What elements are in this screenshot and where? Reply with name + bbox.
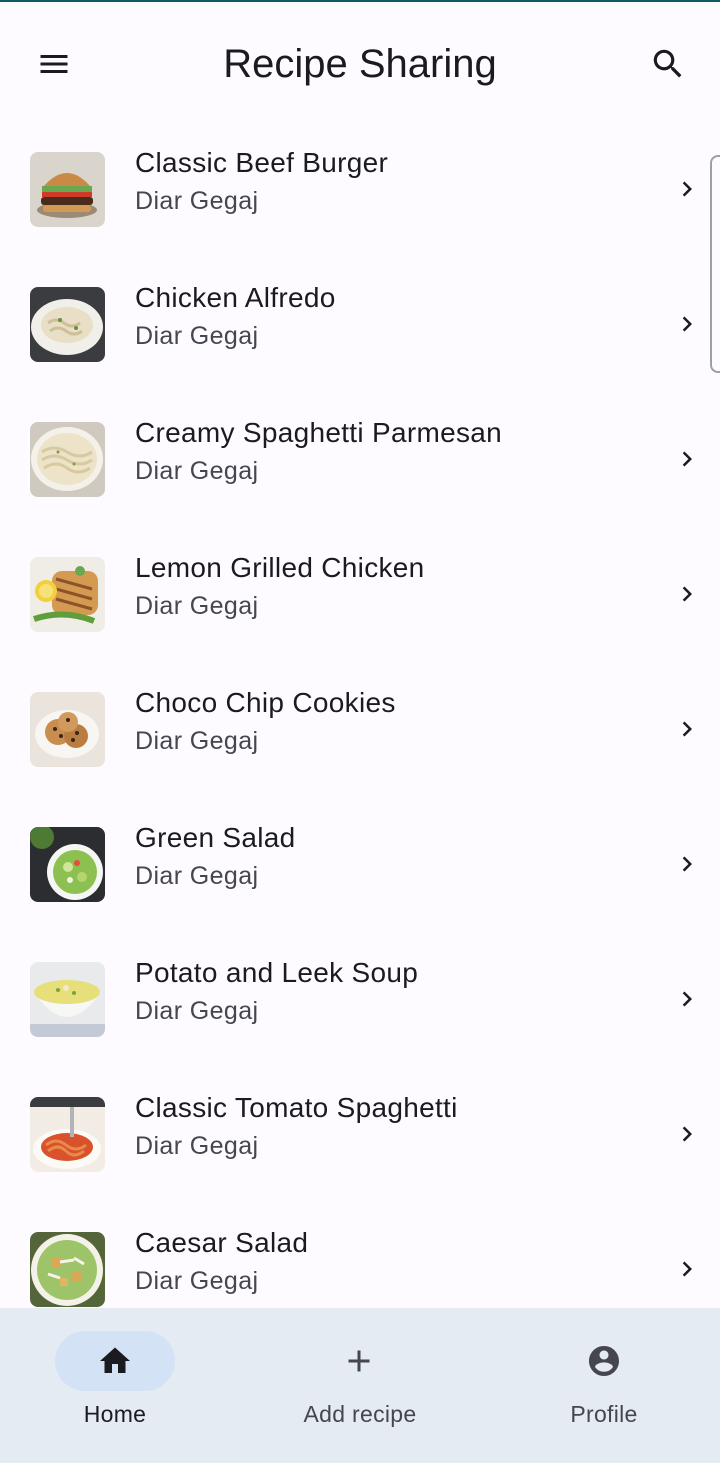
recipe-thumbnail [30,962,105,1037]
chevron-right-icon [672,309,702,339]
recipe-title: Classic Beef Burger [135,147,389,178]
nav-item-home[interactable]: Home [0,1308,240,1463]
account-circle-icon [589,1346,619,1376]
nav-item-add-recipe[interactable]: Add recipe [240,1308,480,1463]
recipe-author: Diar Gegaj [135,322,259,350]
chevron-right-icon [672,1119,702,1149]
chevron-right-icon [672,1254,702,1284]
top-app-bar: Recipe Sharing [0,2,720,126]
recipe-author: Diar Gegaj [135,1267,259,1295]
recipe-title: Caesar Salad [135,1227,309,1258]
recipe-list-item[interactable]: Classic Beef Burger Diar Gegaj [0,122,720,257]
nav-label-profile: Profile [570,1401,638,1427]
chevron-right-icon [672,579,702,609]
recipe-title: Potato and Leek Soup [135,957,419,988]
recipe-list-item[interactable]: Potato and Leek Soup Diar Gegaj [0,932,720,1067]
recipe-title: Green Salad [135,822,296,853]
search-icon [653,49,682,78]
recipe-author: Diar Gegaj [135,997,259,1025]
search-button[interactable] [642,40,694,88]
recipe-author: Diar Gegaj [135,592,259,620]
recipe-list-item[interactable]: Lemon Grilled Chicken Diar Gegaj [0,527,720,662]
recipe-list-item[interactable]: Classic Tomato Spaghetti Diar Gegaj [0,1067,720,1202]
recipe-thumbnail [30,1232,105,1307]
recipe-author: Diar Gegaj [135,187,259,215]
recipe-author: Diar Gegaj [135,1132,259,1160]
nav-label-add-recipe: Add recipe [303,1401,417,1427]
scrollbar[interactable] [710,155,720,373]
recipe-thumbnail [30,422,105,497]
chevron-right-icon [672,849,702,879]
chevron-right-icon [672,714,702,744]
recipe-thumbnail [30,152,105,227]
chevron-right-icon [672,984,702,1014]
recipe-thumbnail [30,557,105,632]
recipe-list-item[interactable]: Choco Chip Cookies Diar Gegaj [0,662,720,797]
recipe-title: Lemon Grilled Chicken [135,552,425,583]
bottom-navigation: Home Add recipe Profile [0,1308,720,1463]
recipe-list: Classic Beef Burger Diar Gegaj Chicken Alf… [0,122,720,1308]
recipe-list-item[interactable]: Green Salad Diar Gegaj [0,797,720,932]
recipe-list-item[interactable]: Caesar Salad Diar Gegaj [0,1202,720,1308]
gesture-area [0,1459,720,1463]
chevron-right-icon [672,174,702,204]
recipe-thumbnail [30,692,105,767]
nav-item-profile[interactable]: Profile [480,1308,720,1463]
home-icon [100,1347,130,1373]
plus-icon [348,1350,370,1372]
nav-label-home: Home [83,1401,147,1427]
recipe-title: Choco Chip Cookies [135,687,396,718]
recipe-list-item[interactable]: Creamy Spaghetti Parmesan Diar Gegaj [0,392,720,527]
chevron-right-icon [672,444,702,474]
recipe-list-item[interactable]: Chicken Alfredo Diar Gegaj [0,257,720,392]
recipe-thumbnail [30,287,105,362]
page-title: Recipe Sharing [223,42,497,86]
recipe-author: Diar Gegaj [135,862,259,890]
recipe-title: Creamy Spaghetti Parmesan [135,417,503,448]
recipe-author: Diar Gegaj [135,457,259,485]
recipe-title: Classic Tomato Spaghetti [135,1092,458,1123]
recipe-title: Chicken Alfredo [135,282,336,313]
recipe-thumbnail [30,1097,105,1172]
recipe-author: Diar Gegaj [135,727,259,755]
recipe-thumbnail [30,827,105,902]
